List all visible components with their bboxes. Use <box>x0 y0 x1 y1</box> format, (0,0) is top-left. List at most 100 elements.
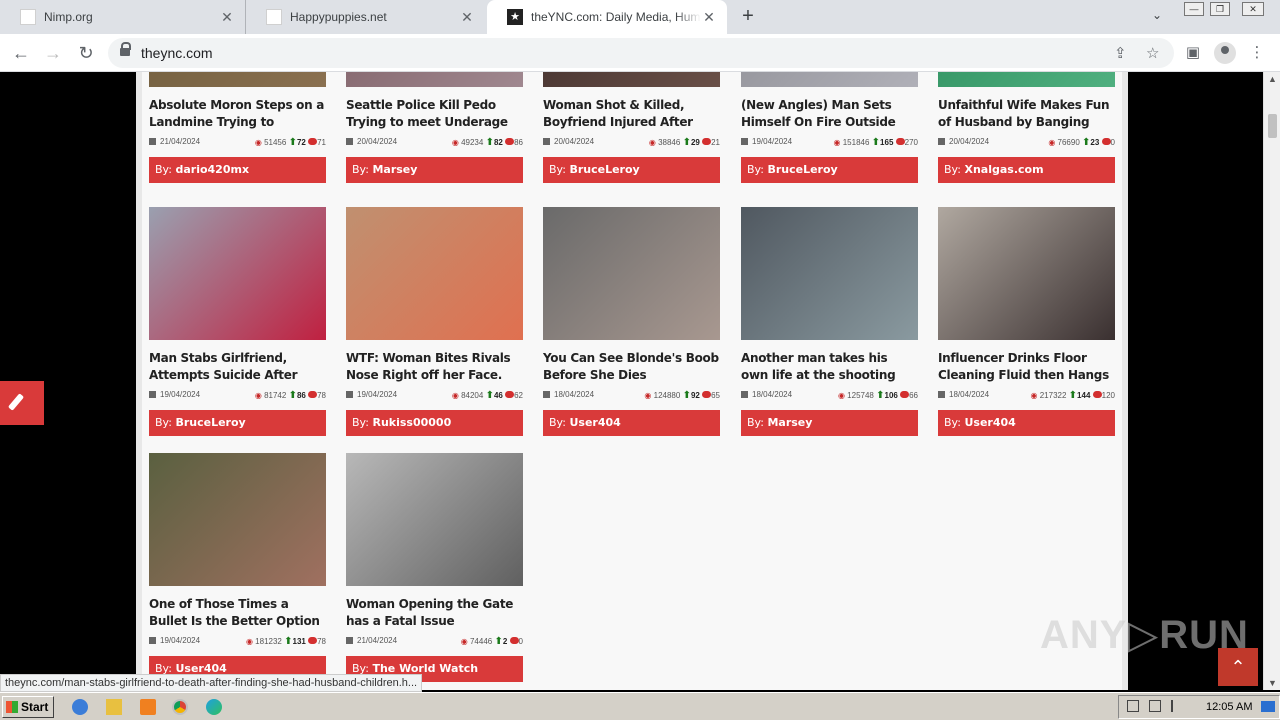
video-card[interactable]: Woman Shot & Killed, Boyfriend Injured A… <box>543 72 720 183</box>
new-tab-button[interactable]: + <box>736 6 760 28</box>
video-title[interactable]: Another man takes his own life at the sh… <box>741 350 918 384</box>
video-card[interactable]: Influencer Drinks Floor Cleaning Fluid t… <box>938 207 1115 436</box>
comment-bubble-icon <box>505 391 515 398</box>
video-title[interactable]: (New Angles) Man Sets Himself On Fire Ou… <box>741 97 918 131</box>
scrollbar-thumb[interactable] <box>1268 114 1277 138</box>
author-name[interactable]: BruceLeroy <box>569 163 639 176</box>
video-card[interactable]: Man Stabs Girlfriend, Attempts Suicide A… <box>149 207 326 436</box>
video-title[interactable]: One of Those Times a Bullet Is the Bette… <box>149 596 326 630</box>
forward-button[interactable]: → <box>42 42 64 64</box>
author-name[interactable]: BruceLeroy <box>175 416 245 429</box>
profile-avatar[interactable] <box>1214 42 1236 64</box>
author-bar[interactable]: By: Marsey <box>346 157 523 183</box>
video-stats: ◉ 151846 ⬆165 270 <box>834 137 919 148</box>
author-bar[interactable]: By: Rukiss00000 <box>346 410 523 436</box>
scroll-down-arrow-icon[interactable]: ▼ <box>1268 678 1277 688</box>
window-close-button[interactable]: ✕ <box>1242 2 1264 16</box>
ie-icon[interactable] <box>72 699 88 715</box>
video-card[interactable]: One of Those Times a Bullet Is the Bette… <box>149 453 326 682</box>
video-thumbnail[interactable] <box>543 72 720 87</box>
address-bar[interactable]: theync.com ⇪ ☆ <box>108 38 1174 68</box>
author-bar[interactable]: By: Marsey <box>741 410 918 436</box>
upvote-arrow-icon: ⬆ <box>871 137 881 148</box>
author-name[interactable]: Xnalgas.com <box>964 163 1043 176</box>
video-card[interactable]: WTF: Woman Bites Rivals Nose Right off h… <box>346 207 523 436</box>
explorer-folder-icon[interactable] <box>106 699 122 715</box>
video-thumbnail[interactable] <box>346 72 523 87</box>
by-label: By: <box>944 416 961 429</box>
author-bar[interactable]: By: Xnalgas.com <box>938 157 1115 183</box>
bookmark-star-icon[interactable]: ☆ <box>1146 44 1159 62</box>
video-title[interactable]: Woman Opening the Gate has a Fatal Issue <box>346 596 523 630</box>
video-card[interactable]: You Can See Blonde's Boob Before She Die… <box>543 207 720 436</box>
video-thumbnail[interactable] <box>741 72 918 87</box>
author-name[interactable]: User404 <box>964 416 1015 429</box>
chrome-icon[interactable] <box>172 699 188 715</box>
minimize-button[interactable]: — <box>1184 2 1204 16</box>
desktop-icon[interactable] <box>1261 701 1275 712</box>
comment-bubble-icon <box>509 637 519 644</box>
video-thumbnail[interactable] <box>938 207 1115 340</box>
close-icon[interactable]: ✕ <box>459 9 475 26</box>
side-panel-icon[interactable]: ▣ <box>1182 42 1204 64</box>
volume-icon[interactable] <box>1127 700 1139 712</box>
video-title[interactable]: Unfaithful Wife Makes Fun of Husband by … <box>938 97 1115 131</box>
video-thumbnail[interactable] <box>543 207 720 340</box>
share-icon[interactable]: ⇪ <box>1114 44 1127 62</box>
author-bar[interactable]: By: User404 <box>938 410 1115 436</box>
edge-icon[interactable] <box>206 699 222 715</box>
tab-theync[interactable]: ★ theYNC.com: Daily Media, Humor, Sh ✕ <box>487 0 727 34</box>
video-title[interactable]: Influencer Drinks Floor Cleaning Fluid t… <box>938 350 1115 384</box>
author-name[interactable]: dario420mx <box>175 163 249 176</box>
video-thumbnail[interactable] <box>149 453 326 586</box>
video-thumbnail[interactable] <box>938 72 1115 87</box>
back-button[interactable]: ← <box>10 42 32 64</box>
tab-nimp[interactable]: Nimp.org ✕ <box>0 0 245 34</box>
paintbrush-icon[interactable] <box>0 381 44 425</box>
reload-button[interactable]: ↻ <box>75 42 97 64</box>
video-thumbnail[interactable] <box>741 207 918 340</box>
tab-search-chevron-icon[interactable]: ⌄ <box>1152 8 1162 22</box>
scroll-to-top-button[interactable]: ⌃ <box>1218 648 1258 686</box>
video-title[interactable]: WTF: Woman Bites Rivals Nose Right off h… <box>346 350 523 384</box>
author-bar[interactable]: By: BruceLeroy <box>741 157 918 183</box>
video-card[interactable]: Unfaithful Wife Makes Fun of Husband by … <box>938 72 1115 183</box>
author-name[interactable]: Marsey <box>372 163 417 176</box>
author-bar[interactable]: By: BruceLeroy <box>149 410 326 436</box>
author-name[interactable]: Marsey <box>767 416 812 429</box>
maximize-button[interactable]: ❐ <box>1210 2 1230 16</box>
author-bar[interactable]: By: BruceLeroy <box>543 157 720 183</box>
video-title[interactable]: Woman Shot & Killed, Boyfriend Injured A… <box>543 97 720 131</box>
media-player-icon[interactable] <box>140 699 156 715</box>
author-name[interactable]: Rukiss00000 <box>372 416 451 429</box>
tab-happypuppies[interactable]: Happypuppies.net ✕ <box>245 0 485 34</box>
video-title[interactable]: Seattle Police Kill Pedo Trying to meet … <box>346 97 523 131</box>
video-thumbnail[interactable] <box>346 453 523 586</box>
video-card[interactable]: Seattle Police Kill Pedo Trying to meet … <box>346 72 523 183</box>
video-thumbnail[interactable] <box>149 207 326 340</box>
vote-count: 92 <box>690 391 700 400</box>
video-card[interactable]: (New Angles) Man Sets Himself On Fire Ou… <box>741 72 918 183</box>
flag-icon[interactable] <box>1171 700 1183 712</box>
author-bar[interactable]: By: User404 <box>543 410 720 436</box>
video-thumbnail[interactable] <box>149 72 326 87</box>
scrollbar[interactable]: ▲ ▼ <box>1263 72 1280 690</box>
url-text[interactable]: theync.com <box>141 45 213 61</box>
author-name[interactable]: BruceLeroy <box>767 163 837 176</box>
menu-icon[interactable]: ⋮ <box>1246 42 1268 64</box>
author-bar[interactable]: By: dario420mx <box>149 157 326 183</box>
start-button[interactable]: Start <box>2 696 54 718</box>
video-title[interactable]: Absolute Moron Steps on a Landmine Tryin… <box>149 97 326 131</box>
scroll-up-arrow-icon[interactable]: ▲ <box>1268 74 1277 84</box>
video-card[interactable]: Another man takes his own life at the sh… <box>741 207 918 436</box>
close-icon[interactable]: ✕ <box>701 9 717 26</box>
video-card[interactable]: Woman Opening the Gate has a Fatal Issue… <box>346 453 523 682</box>
video-title[interactable]: You Can See Blonde's Boob Before She Die… <box>543 350 720 384</box>
eye-icon: ◉ <box>451 391 459 400</box>
close-icon[interactable]: ✕ <box>219 9 235 26</box>
network-icon[interactable] <box>1149 700 1161 712</box>
author-name[interactable]: User404 <box>569 416 620 429</box>
video-thumbnail[interactable] <box>346 207 523 340</box>
video-card[interactable]: Absolute Moron Steps on a Landmine Tryin… <box>149 72 326 183</box>
video-title[interactable]: Man Stabs Girlfriend, Attempts Suicide A… <box>149 350 326 384</box>
